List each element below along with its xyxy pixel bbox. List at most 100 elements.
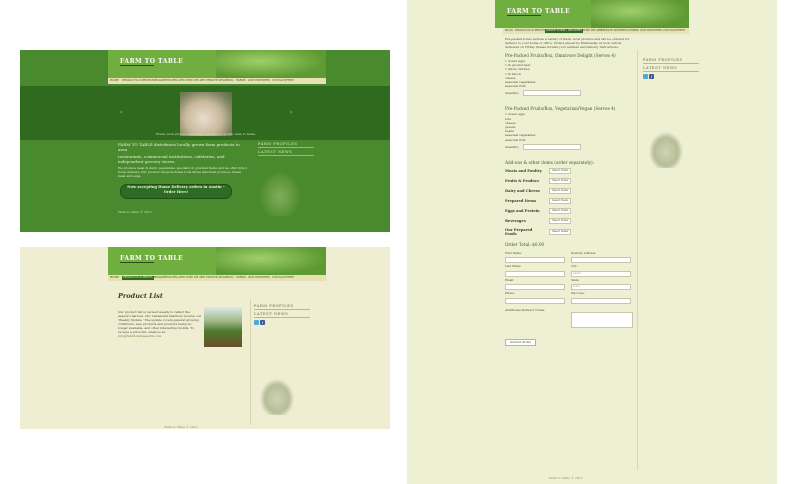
- nav-contact[interactable]: CONTACT/FREE: [272, 79, 294, 83]
- nav-farms[interactable]: FARMS: [629, 29, 639, 33]
- addon-row: Our Prepared Foods Select Items: [505, 228, 635, 236]
- addons-title: Add-ons & other items (order separately)…: [505, 159, 595, 165]
- nav-products[interactable]: PRODUCTS & PRICES: [515, 29, 545, 33]
- sidebar-farm-profiles[interactable]: FARM PROFILES: [643, 58, 705, 62]
- sidebar-latest-news[interactable]: LATEST NEWS: [258, 150, 318, 154]
- intro-body: restaurants, commercial institutions, ca…: [118, 154, 225, 164]
- zip-input[interactable]: [571, 297, 631, 304]
- nav-contact[interactable]: CONTACT/FREE: [272, 276, 294, 280]
- nav-who[interactable]: WHO WE ARE: [186, 276, 205, 280]
- cabbage-illustration: [649, 132, 683, 168]
- addon-select[interactable]: Select Items: [549, 228, 572, 235]
- vegetarian-quantity: Quantity:: [505, 143, 635, 150]
- sidebar-latest-news[interactable]: LATEST NEWS: [254, 312, 316, 316]
- nav-partners[interactable]: OUR PARTNERS: [248, 79, 270, 83]
- slider-next-icon[interactable]: ›: [290, 109, 292, 116]
- section-omnivore-list: 1 dozen eggs 1 lb ground beef 1 whole ch…: [505, 59, 635, 88]
- addon-select[interactable]: Select Items: [549, 177, 572, 184]
- addon-select[interactable]: Select Items: [549, 187, 572, 194]
- site-logo[interactable]: FARM TO TABLE: [120, 255, 183, 262]
- state-input[interactable]: Texas: [571, 284, 631, 291]
- cabbage-illustration: [260, 172, 300, 216]
- footer: Farm to Table © 2012: [118, 210, 152, 214]
- facebook-icon[interactable]: f: [260, 320, 265, 325]
- list-item: seasonal fruit: [505, 137, 526, 142]
- pumpkin-illustration: [216, 50, 326, 78]
- last-name-input[interactable]: [505, 270, 565, 277]
- quantity-input[interactable]: [523, 143, 582, 150]
- footer: Farm to Table © 2012: [549, 476, 583, 480]
- nav-who[interactable]: WHO WE ARE: [583, 29, 602, 33]
- addon-select[interactable]: Select Items: [549, 217, 572, 224]
- addon-label: Dairy and Cheese: [505, 188, 541, 193]
- nav-products[interactable]: PRODUCTS & PRICES: [122, 276, 154, 280]
- sidebar: FARM PROFILES LATEST NEWS f: [254, 304, 316, 325]
- nav-media[interactable]: MEDIA/PRESS RELATED: [152, 79, 185, 83]
- addon-select[interactable]: Select Items: [549, 167, 572, 174]
- twitter-icon[interactable]: [643, 74, 648, 79]
- site-logo[interactable]: FARM TO TABLE: [120, 58, 183, 65]
- sidebar-rule: [254, 317, 310, 318]
- nav-private[interactable]: PRIVATE SHOPPING: [206, 276, 234, 280]
- email-link[interactable]: info@farmtotableaustin.com: [118, 334, 202, 338]
- site-header: FARM TO TABLE: [108, 247, 326, 275]
- submit-order-button[interactable]: Submit Order: [505, 338, 536, 346]
- nav-who[interactable]: WHO WE ARE: [186, 79, 205, 83]
- sidebar-farm-profiles[interactable]: FARM PROFILES: [254, 304, 316, 308]
- facebook-icon[interactable]: f: [649, 74, 654, 79]
- section-vegetarian-list: 1 dozen eggs tofu cheese greens beans se…: [505, 112, 635, 141]
- slider-prev-icon[interactable]: ‹: [120, 109, 122, 116]
- sidebar-rule: [258, 155, 314, 156]
- addon-row: Fruits & Produce Select Items: [505, 177, 635, 184]
- nav-partners[interactable]: OUR PARTNERS: [248, 276, 270, 280]
- notes-textarea[interactable]: [571, 311, 633, 328]
- quantity-label: Quantity:: [505, 91, 520, 96]
- nav-private[interactable]: PRIVATE SHOPPING: [601, 29, 629, 33]
- nav-private[interactable]: PRIVATE SHOPPING: [206, 79, 234, 83]
- nav-order-form[interactable]: ORDER FORM / DELIVERY: [545, 29, 583, 33]
- sidebar-farm-profiles[interactable]: FARM PROFILES: [258, 142, 318, 146]
- addon-row: Meats and Poultry Select Items: [505, 167, 635, 174]
- first-name-input[interactable]: [505, 257, 565, 264]
- logo-underline: [120, 262, 154, 263]
- order-intro: Pre-packed boxes include a variety of fr…: [505, 37, 630, 49]
- quantity-label: Quantity:: [505, 144, 520, 149]
- slider-caption: Fresh, local produce delivered — in seas…: [155, 132, 257, 136]
- nav-contact[interactable]: CONTACT/FREE: [663, 29, 685, 33]
- nav-media[interactable]: MEDIA/PRESS RELATED: [152, 276, 185, 280]
- site-logo[interactable]: FARM TO TABLE: [507, 8, 570, 15]
- order-content: Pre-packed boxes include a variety of fr…: [505, 37, 635, 347]
- nav-blog[interactable]: BLOG: [505, 29, 513, 33]
- site-header: FARM TO TABLE: [495, 0, 689, 28]
- twitter-icon[interactable]: [254, 320, 259, 325]
- page-title: Product List: [118, 292, 163, 300]
- addon-label: Prepared Items: [505, 198, 537, 203]
- order-form-panel: FARM TO TABLE BLOG PRODUCTS & PRICES ORD…: [407, 0, 777, 484]
- slider-photo: [180, 92, 232, 136]
- pumpkin-illustration: [591, 0, 689, 28]
- sidebar-rule: [254, 309, 310, 310]
- addon-row: Eggs and Protein Select Items: [505, 207, 635, 214]
- home-delivery-button[interactable]: Now accepting Home Delivery orders in Au…: [120, 184, 232, 199]
- nav-farms[interactable]: FARMS: [236, 79, 246, 83]
- nav-home[interactable]: HOME: [110, 79, 119, 83]
- addon-select[interactable]: Select Items: [549, 207, 572, 214]
- nav-home[interactable]: HOME: [110, 276, 119, 280]
- sidebar-latest-news[interactable]: LATEST NEWS: [643, 66, 705, 70]
- phone-input[interactable]: [505, 297, 565, 304]
- sidebar-divider: [250, 299, 251, 425]
- intro-text: Our product list is revised weekly to re…: [118, 310, 202, 334]
- phone-label: Phone:: [505, 291, 515, 296]
- delivery-address-input[interactable]: [571, 257, 631, 264]
- quantity-input[interactable]: [523, 90, 582, 97]
- sidebar-rule: [258, 147, 314, 148]
- main-nav: HOME PRODUCTS & PRICES MEDIA/PRESS RELAT…: [108, 275, 326, 281]
- city-input[interactable]: Austin: [571, 270, 631, 277]
- addon-select[interactable]: Select Items: [549, 197, 572, 204]
- state-label: State:: [571, 277, 580, 282]
- nav-products[interactable]: PRODUCTS & PRICES: [122, 79, 152, 83]
- email-input[interactable]: [505, 284, 565, 291]
- nav-farms[interactable]: FARMS: [236, 276, 246, 280]
- nav-partners[interactable]: OUR PARTNERS: [640, 29, 662, 33]
- addon-row: Dairy and Cheese Select Items: [505, 187, 635, 194]
